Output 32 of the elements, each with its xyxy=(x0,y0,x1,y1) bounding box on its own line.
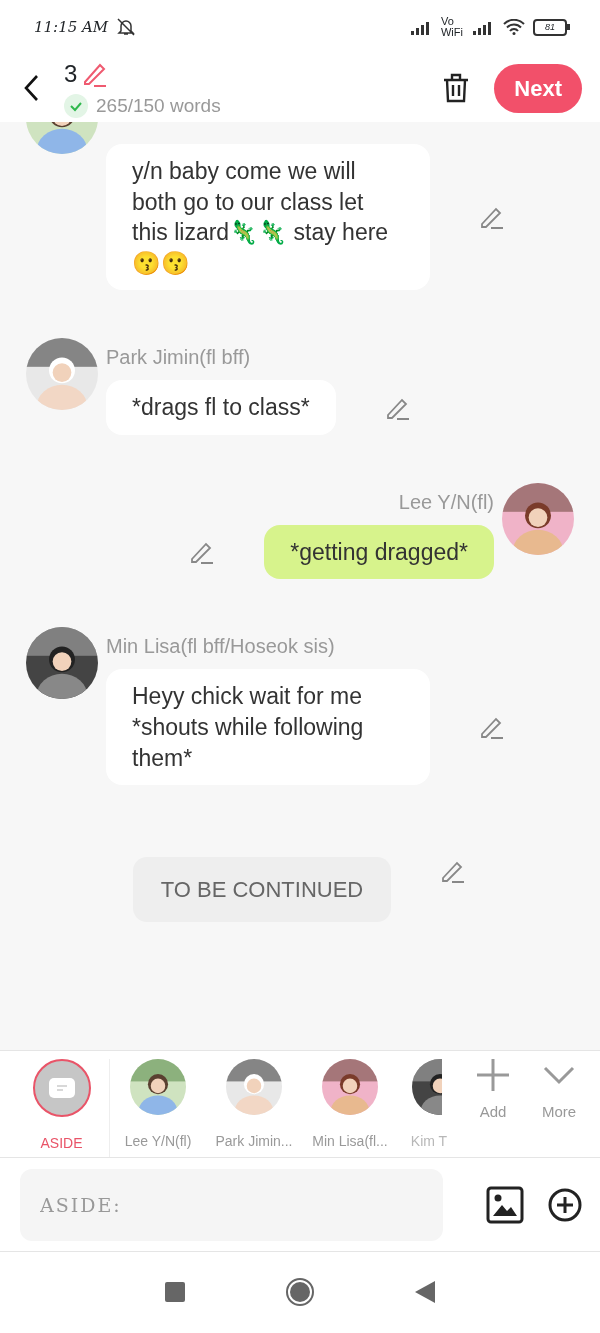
message-bubble: *getting dragged* xyxy=(264,524,494,580)
character-name: Park Jimin(fl bff) xyxy=(106,345,251,371)
wifi-icon xyxy=(503,19,525,35)
character-name: Lee Y/N(fl) xyxy=(398,489,494,515)
character-label[interactable]: Min Lisa(fl... xyxy=(312,1131,388,1152)
part-number: 3 xyxy=(64,58,78,89)
plus-icon[interactable] xyxy=(477,1059,509,1091)
battery-level: 81 xyxy=(533,18,567,36)
volte-label: Vo xyxy=(441,16,455,27)
message-bubble: y/n baby come we will both go to our class let this lizard🦎🦎 stay here😗😗 xyxy=(106,144,430,291)
muted-bell-icon xyxy=(116,17,137,37)
volte-label: WiFi xyxy=(441,27,463,38)
message-bubble: *drags fl to class* xyxy=(106,380,336,435)
status-time: 11:15 AM xyxy=(34,16,109,38)
message-bubble: Heyy chick wait for me *shouts while following them* xyxy=(106,669,430,786)
add-button[interactable]: Add xyxy=(479,1101,507,1124)
character-name: Min Lisa(fl bff/Hoseok sis) xyxy=(106,634,335,660)
back-icon[interactable] xyxy=(22,74,40,102)
character-label[interactable]: Kim T xyxy=(410,1131,448,1152)
more-button[interactable]: More xyxy=(541,1101,577,1124)
character-label[interactable]: Lee Y/N(fl) xyxy=(124,1131,192,1152)
image-icon[interactable] xyxy=(486,1185,524,1224)
aside-avatar[interactable] xyxy=(32,1059,91,1117)
home-icon[interactable] xyxy=(285,1277,315,1307)
add-icon[interactable] xyxy=(548,1187,582,1222)
next-button[interactable]: Next xyxy=(494,63,582,113)
trash-icon[interactable] xyxy=(442,72,471,104)
aside-bubble: TO BE CONTINUED xyxy=(132,857,392,923)
aside-input-field[interactable]: ASIDE: xyxy=(20,1168,443,1241)
character-label[interactable]: Park Jimin... xyxy=(215,1131,293,1152)
character-label[interactable]: ASIDE xyxy=(40,1133,83,1154)
word-count: 265/150 words xyxy=(96,93,221,118)
